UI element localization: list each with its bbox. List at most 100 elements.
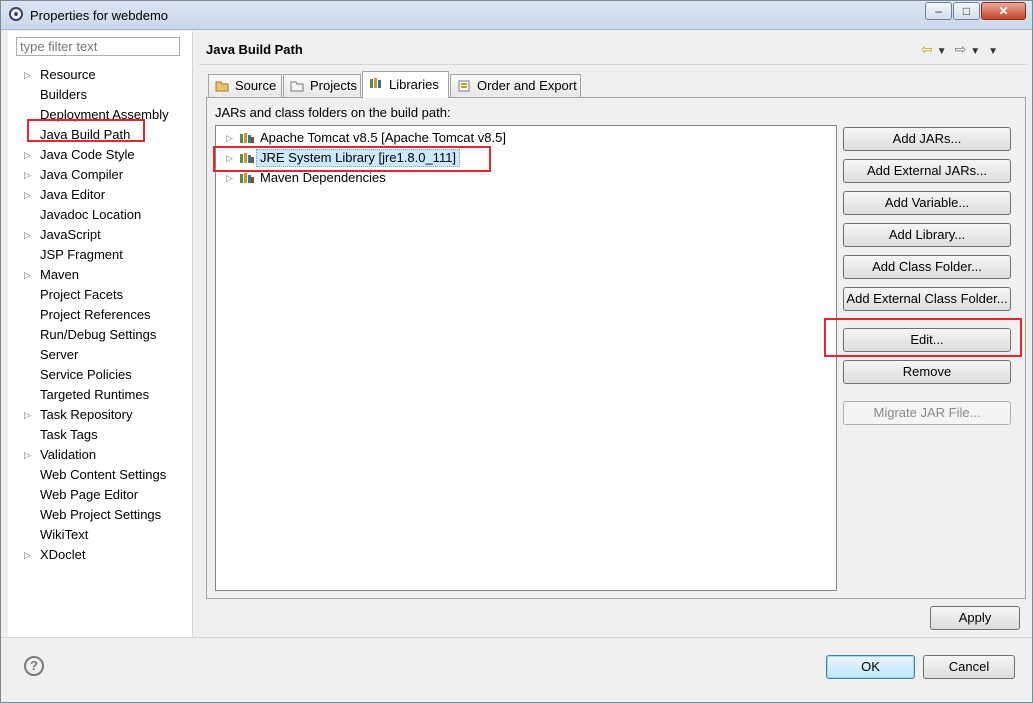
expand-arrow-icon[interactable]: ▷ — [24, 145, 34, 165]
nav-item-label: Java Code Style — [40, 147, 135, 162]
nav-item-label: Web Project Settings — [40, 507, 162, 522]
nav-item[interactable]: ▷ Task Repository — [8, 405, 192, 425]
nav-item-label: Resource — [40, 67, 96, 82]
nav-item-label: Java Compiler — [40, 167, 124, 182]
nav-item-label: XDoclet — [40, 547, 86, 562]
title-bar: Properties for webdemo – □ ✕ — [1, 1, 1032, 30]
add-external-jars-button[interactable]: Add External JARs... — [843, 159, 1011, 183]
expand-arrow-icon[interactable]: ▷ — [24, 405, 34, 425]
libraries-icon — [370, 78, 381, 88]
nav-item[interactable]: Service Policies — [8, 365, 192, 385]
expand-arrow-icon[interactable]: ▷ — [226, 128, 233, 148]
nav-item[interactable]: Web Page Editor — [8, 485, 192, 505]
nav-item-label: Server — [40, 347, 79, 362]
nav-item-label: JSP Fragment — [40, 247, 123, 262]
expand-arrow-icon[interactable]: ▷ — [24, 225, 34, 245]
source-folder-icon — [215, 81, 229, 92]
nav-item[interactable]: Project Facets — [8, 285, 192, 305]
window-title: Properties for webdemo — [30, 8, 169, 23]
add-library-button[interactable]: Add Library... — [843, 223, 1011, 247]
nav-item[interactable]: ▷ JavaScript — [8, 225, 192, 245]
nav-item-label: WikiText — [40, 527, 89, 542]
expand-arrow-icon[interactable]: ▷ — [24, 445, 34, 465]
nav-item-label: Web Content Settings — [40, 467, 167, 482]
nav-item[interactable]: Project References — [8, 305, 192, 325]
tab-source-label: Source — [235, 78, 277, 93]
nav-item-label: Task Repository — [40, 407, 133, 422]
tab-source[interactable]: Source — [208, 74, 282, 97]
view-menu-icon[interactable]: ▼ — [988, 46, 998, 57]
back-arrow-icon[interactable]: ⇦ — [921, 41, 933, 57]
tab-order-and-export-label: Order and Export — [477, 78, 577, 93]
nav-item[interactable]: Task Tags — [8, 425, 192, 445]
properties-dialog: Properties for webdemo – □ ✕ ▷ Resource Bu… — [0, 0, 1033, 703]
nav-item[interactable]: ▷ Java Compiler — [8, 165, 192, 185]
nav-item-label: Validation — [40, 447, 97, 462]
projects-folder-icon — [290, 81, 304, 92]
forward-arrow-icon[interactable]: ⇨ — [955, 41, 967, 57]
nav-item-label: Maven — [40, 267, 80, 282]
annotation-highlight-jre-library — [213, 146, 491, 172]
expand-arrow-icon[interactable]: ▷ — [24, 265, 34, 285]
page-navigation: ⇦ ▼ ⇨ ▼ ▼ — [921, 41, 1002, 58]
library-icon — [240, 173, 254, 183]
nav-item-label: Java Editor — [40, 187, 106, 202]
nav-item[interactable]: Web Content Settings — [8, 465, 192, 485]
nav-item[interactable]: Web Project Settings — [8, 505, 192, 525]
remove-button[interactable]: Remove — [843, 360, 1011, 384]
expand-arrow-icon[interactable]: ▷ — [24, 545, 34, 565]
nav-item[interactable]: ▷ Maven — [8, 265, 192, 285]
nav-item-label: Project References — [40, 307, 151, 322]
minimize-button[interactable]: – — [925, 2, 952, 20]
cancel-button[interactable]: Cancel — [923, 655, 1015, 679]
nav-item[interactable]: ▷ Resource — [8, 65, 192, 85]
libraries-tree[interactable]: ▷ Apache Tomcat v8.5 [Apache Tomcat v8.5]… — [215, 125, 837, 591]
annotation-highlight-java-build-path — [27, 119, 145, 142]
tab-projects-label: Projects — [310, 78, 357, 93]
nav-item[interactable]: ▷ Java Code Style — [8, 145, 192, 165]
order-export-icon — [458, 80, 470, 92]
nav-item[interactable]: Builders — [8, 85, 192, 105]
tab-order-and-export[interactable]: Order and Export — [450, 74, 581, 97]
close-button[interactable]: ✕ — [981, 2, 1026, 20]
maximize-button[interactable]: □ — [953, 2, 980, 20]
nav-item-label: Javadoc Location — [40, 207, 142, 222]
nav-item[interactable]: Server — [8, 345, 192, 365]
ok-button[interactable]: OK — [826, 655, 915, 679]
nav-item-label: Builders — [40, 87, 87, 102]
tab-projects[interactable]: Projects — [283, 74, 361, 97]
help-icon[interactable]: ? — [24, 656, 44, 676]
expand-arrow-icon[interactable]: ▷ — [24, 185, 34, 205]
tab-libraries[interactable]: Libraries — [362, 71, 449, 98]
add-variable-button[interactable]: Add Variable... — [843, 191, 1011, 215]
nav-item[interactable]: Javadoc Location — [8, 205, 192, 225]
nav-item-label: Task Tags — [40, 427, 98, 442]
nav-item[interactable]: ▷ Java Editor — [8, 185, 192, 205]
eclipse-icon — [9, 7, 23, 21]
nav-item-label: Run/Debug Settings — [40, 327, 157, 342]
nav-item[interactable]: Targeted Runtimes — [8, 385, 192, 405]
apply-button[interactable]: Apply — [930, 606, 1020, 630]
nav-item[interactable]: JSP Fragment — [8, 245, 192, 265]
nav-item[interactable]: Run/Debug Settings — [8, 325, 192, 345]
add-class-folder-button[interactable]: Add Class Folder... — [843, 255, 1011, 279]
nav-item[interactable]: WikiText — [8, 525, 192, 545]
footer-divider — [1, 637, 1032, 638]
add-jars-button[interactable]: Add JARs... — [843, 127, 1011, 151]
nav-item[interactable]: ▷ XDoclet — [8, 545, 192, 565]
migrate-jar-button[interactable]: Migrate JAR File... — [843, 401, 1011, 425]
nav-item-label: Web Page Editor — [40, 487, 139, 502]
chevron-down-icon[interactable]: ▼ — [937, 46, 947, 57]
chevron-down-icon[interactable]: ▼ — [970, 46, 980, 57]
nav-item-label: JavaScript — [40, 227, 101, 242]
expand-arrow-icon[interactable]: ▷ — [24, 165, 34, 185]
annotation-highlight-edit — [824, 318, 1022, 357]
nav-item-label: Service Policies — [40, 367, 132, 382]
nav-item-label: Targeted Runtimes — [40, 387, 150, 402]
expand-arrow-icon[interactable]: ▷ — [24, 65, 34, 85]
library-entry-label: Apache Tomcat v8.5 [Apache Tomcat v8.5] — [260, 130, 506, 145]
header-divider — [199, 64, 1027, 65]
nav-item[interactable]: ▷ Validation — [8, 445, 192, 465]
add-external-class-folder-button[interactable]: Add External Class Folder... — [843, 287, 1011, 311]
filter-input[interactable] — [16, 37, 180, 56]
